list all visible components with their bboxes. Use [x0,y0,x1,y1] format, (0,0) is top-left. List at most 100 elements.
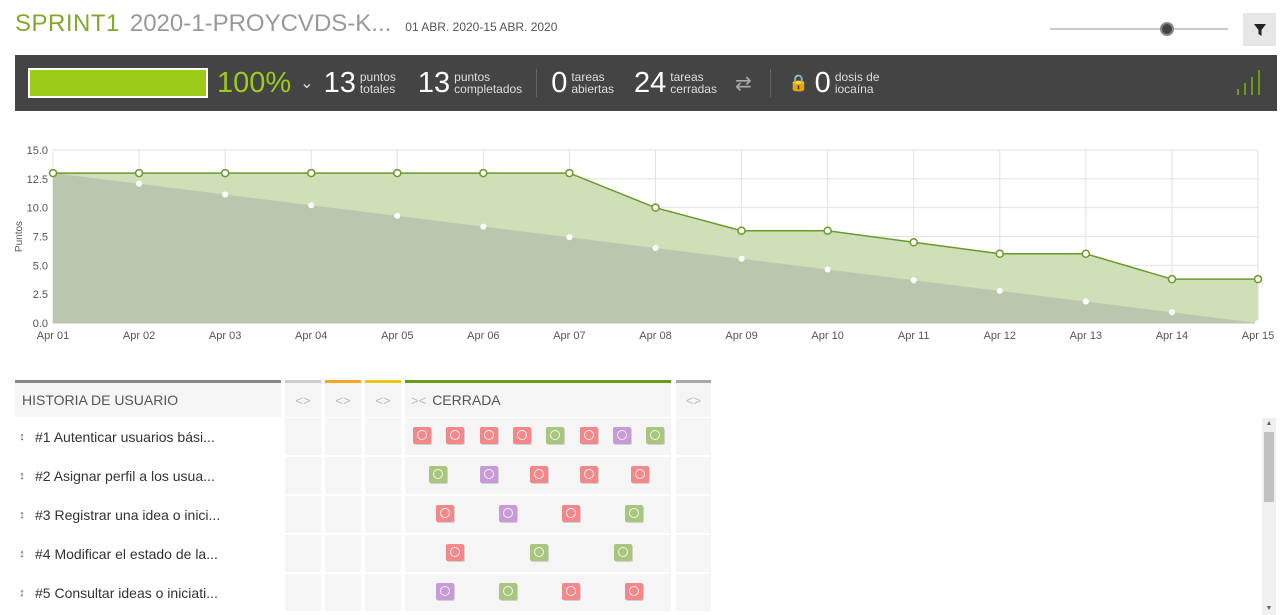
scrollbar-thumb[interactable] [1264,432,1274,502]
taskboard-cell-needs-info[interactable] [676,457,711,494]
collapse-column-icon[interactable]: >< [411,393,426,408]
project-name[interactable]: 2020-1-PROYCVDS-K... [130,10,391,38]
taskboard-cell-new[interactable] [285,457,321,494]
story-label[interactable]: #3 Registrar una idea o inici... [35,507,220,523]
task-card[interactable] [646,427,665,444]
sprint-name[interactable]: SPRINT1 [15,10,120,38]
story-label[interactable]: #2 Asignar perfil a los usua... [35,468,215,484]
iocaine-icon: 🔒 [788,75,809,92]
story-title[interactable]: ↕ #4 Modificar el estado de la... [15,546,281,562]
divider [536,69,538,97]
remaining-point [823,226,832,235]
taskboard-cell-closed[interactable] [405,418,671,455]
task-card[interactable] [612,427,631,444]
x-tick-label: Apr 14 [1156,330,1188,342]
optimal-point [996,287,1003,294]
column-header-new[interactable]: <> [285,380,321,417]
taskboard-cell-ready-for-test[interactable] [365,574,401,611]
column-header-closed[interactable]: >< CERRADA [405,380,671,417]
task-card[interactable] [498,583,517,600]
progress-percent: 100% [217,66,292,99]
task-card[interactable] [479,466,498,483]
task-card[interactable] [546,427,565,444]
chevron-down-icon[interactable]: ⌄ [300,73,313,93]
scroll-up-icon[interactable]: ▲ [1262,418,1276,430]
task-card[interactable] [561,583,580,600]
total-points-value: 13 [323,66,356,99]
task-card[interactable] [624,505,643,522]
story-label[interactable]: #4 Modificar el estado de la... [35,546,218,562]
optimal-point [1168,309,1175,316]
task-card[interactable] [446,427,465,444]
taskboard-cell-needs-info[interactable] [676,535,711,572]
taskboard-cell-in-progress[interactable] [325,496,361,533]
remaining-point [479,168,488,178]
expand-column-icon[interactable]: <> [375,393,390,408]
task-card[interactable] [446,544,464,561]
taskboard-cell-in-progress[interactable] [325,457,361,494]
taskboard-cell-needs-info[interactable] [676,418,711,455]
story-title[interactable]: ↕ #3 Registrar una idea o inici... [15,507,281,523]
graph-toggle-icon[interactable] [1235,67,1265,97]
task-card[interactable] [579,427,598,444]
task-card[interactable] [624,583,643,600]
fold-toggle-icon[interactable]: ↕ [15,548,29,560]
fold-toggle-icon[interactable]: ↕ [15,470,29,482]
expand-column-icon[interactable]: <> [686,393,701,408]
taskboard-cell-in-progress[interactable] [325,574,361,611]
fold-toggle-icon[interactable]: ↕ [15,509,29,521]
task-card[interactable] [413,427,431,444]
fold-toggle-icon[interactable]: ↕ [15,587,29,599]
taskboard-cell-ready-for-test[interactable] [365,535,401,572]
task-card[interactable] [561,505,580,522]
remaining-point [1253,274,1263,284]
zoom-slider[interactable] [1050,22,1228,36]
story-title[interactable]: ↕ #1 Autenticar usuarios bási... [15,429,281,445]
remaining-point [220,168,230,178]
taskboard-cell-new[interactable] [285,535,321,572]
story-column-title: HISTORIA DE USUARIO [22,392,179,408]
taskboard-cell-ready-for-test[interactable] [365,418,401,455]
column-header-ready-for-test[interactable]: <> [365,380,401,417]
optimal-point [652,245,659,252]
task-card[interactable] [630,466,649,483]
story-title[interactable]: ↕ #5 Consultar ideas o iniciati... [15,585,281,601]
y-tick-label: 7.5 [33,232,48,244]
taskboard-cell-new[interactable] [285,574,321,611]
filter-button[interactable] [1243,13,1276,46]
task-card[interactable] [429,466,448,483]
story-label[interactable]: #5 Consultar ideas o iniciati... [35,585,218,601]
taskboard-cell-in-progress[interactable] [325,535,361,572]
task-card[interactable] [435,505,454,522]
taskboard-cell-ready-for-test[interactable] [365,496,401,533]
taskboard-cell-new[interactable] [285,496,321,533]
taskboard-cell-needs-info[interactable] [676,496,711,533]
column-header-in-progress[interactable]: <> [325,380,361,417]
task-card[interactable] [614,544,632,561]
expand-column-icon[interactable]: <> [335,393,350,408]
taskboard-cell-needs-info[interactable] [676,574,711,611]
task-card[interactable] [530,466,548,483]
task-card[interactable] [512,427,531,444]
completed-points-stat: 13 puntos completados [418,67,522,100]
task-card[interactable] [498,505,517,522]
scrollbar[interactable]: ▲ ▼ [1262,418,1276,615]
expand-column-icon[interactable]: <> [295,393,310,408]
swap-icon[interactable]: ⇄ [735,71,752,96]
story-title[interactable]: ↕ #2 Asignar perfil a los usua... [15,468,281,484]
task-card[interactable] [479,427,498,444]
open-tasks-value: 0 [551,66,568,99]
task-card[interactable] [435,583,454,600]
y-tick-label: 0.0 [33,318,48,330]
zoom-slider-handle[interactable] [1160,22,1174,36]
x-tick-label: Apr 09 [725,330,757,342]
taskboard-cell-in-progress[interactable] [325,418,361,455]
taskboard-cell-ready-for-test[interactable] [365,457,401,494]
fold-toggle-icon[interactable]: ↕ [15,431,29,443]
story-label[interactable]: #1 Autenticar usuarios bási... [35,429,215,445]
task-card[interactable] [580,466,599,483]
taskboard-cell-new[interactable] [285,418,321,455]
scroll-down-icon[interactable]: ▼ [1262,603,1276,615]
task-card[interactable] [530,544,548,561]
column-header-needs-info[interactable]: <> [676,380,711,417]
